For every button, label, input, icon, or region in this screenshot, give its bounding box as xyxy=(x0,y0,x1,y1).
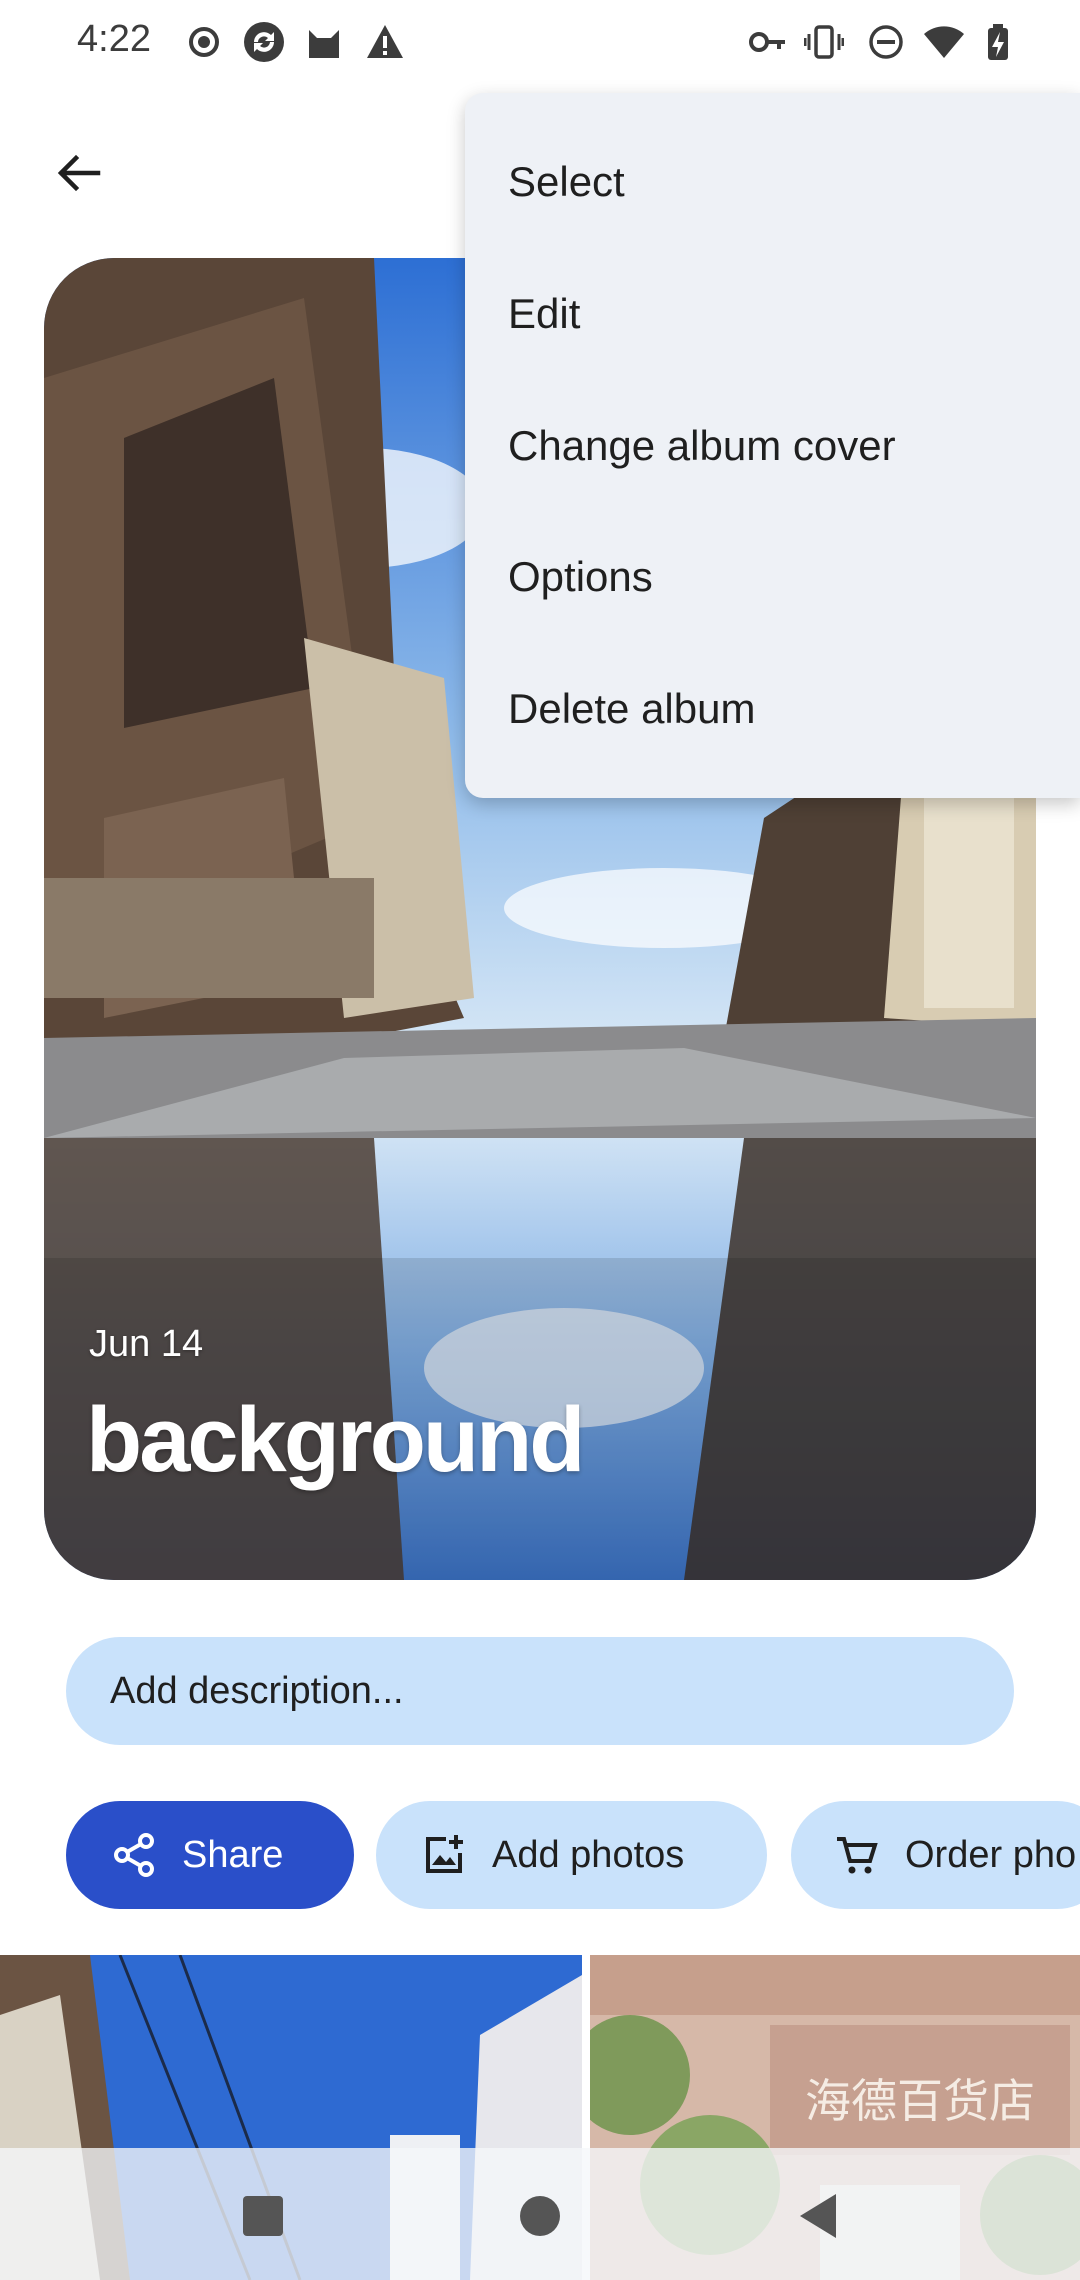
nav-back-button[interactable] xyxy=(790,2188,846,2244)
album-title[interactable]: background xyxy=(86,1388,585,1493)
alert-icon xyxy=(367,25,403,58)
order-photos-label: Order pho xyxy=(905,1833,1077,1876)
arrow-back-icon xyxy=(57,154,101,192)
share-label: Share xyxy=(182,1833,284,1876)
album-date: Jun 14 xyxy=(89,1323,204,1365)
add-photos-button[interactable]: Add photos xyxy=(376,1801,767,1909)
menu-item-edit[interactable]: Edit xyxy=(508,274,1068,354)
share-button[interactable]: Share xyxy=(66,1801,354,1909)
status-bar: 4:22 xyxy=(0,0,1080,90)
circle-icon xyxy=(520,2196,560,2236)
recents-button[interactable] xyxy=(235,2188,291,2244)
system-nav-bar xyxy=(0,2148,1080,2280)
wifi-icon xyxy=(924,26,964,58)
cat-icon xyxy=(309,30,339,58)
vibrate-icon xyxy=(804,25,844,59)
store-sign-text: 海德百货店 xyxy=(805,2074,1035,2128)
overflow-menu: Select Edit Change album cover Options D… xyxy=(465,93,1080,798)
cart-icon xyxy=(837,1837,878,1874)
add-photos-label: Add photos xyxy=(492,1833,685,1876)
dnd-icon xyxy=(869,25,903,59)
triangle-back-icon xyxy=(800,2194,836,2238)
order-photos-button[interactable]: Order pho xyxy=(791,1801,1080,1909)
status-time: 4:22 xyxy=(77,18,151,60)
sync-icon xyxy=(244,22,284,62)
menu-item-delete-album[interactable]: Delete album xyxy=(508,669,1068,749)
home-button[interactable] xyxy=(512,2188,568,2244)
back-button[interactable] xyxy=(40,135,116,211)
menu-item-options[interactable]: Options xyxy=(508,537,1068,617)
add-description-field[interactable]: Add description... xyxy=(66,1637,1014,1745)
battery-charging-icon xyxy=(988,24,1008,60)
key-icon xyxy=(749,32,785,52)
menu-item-change-album-cover[interactable]: Change album cover xyxy=(508,406,1068,486)
square-icon xyxy=(243,2196,283,2236)
share-icon xyxy=(114,1833,154,1877)
add-photo-icon xyxy=(426,1835,463,1873)
record-icon xyxy=(189,27,219,57)
menu-item-select[interactable]: Select xyxy=(508,142,1068,222)
